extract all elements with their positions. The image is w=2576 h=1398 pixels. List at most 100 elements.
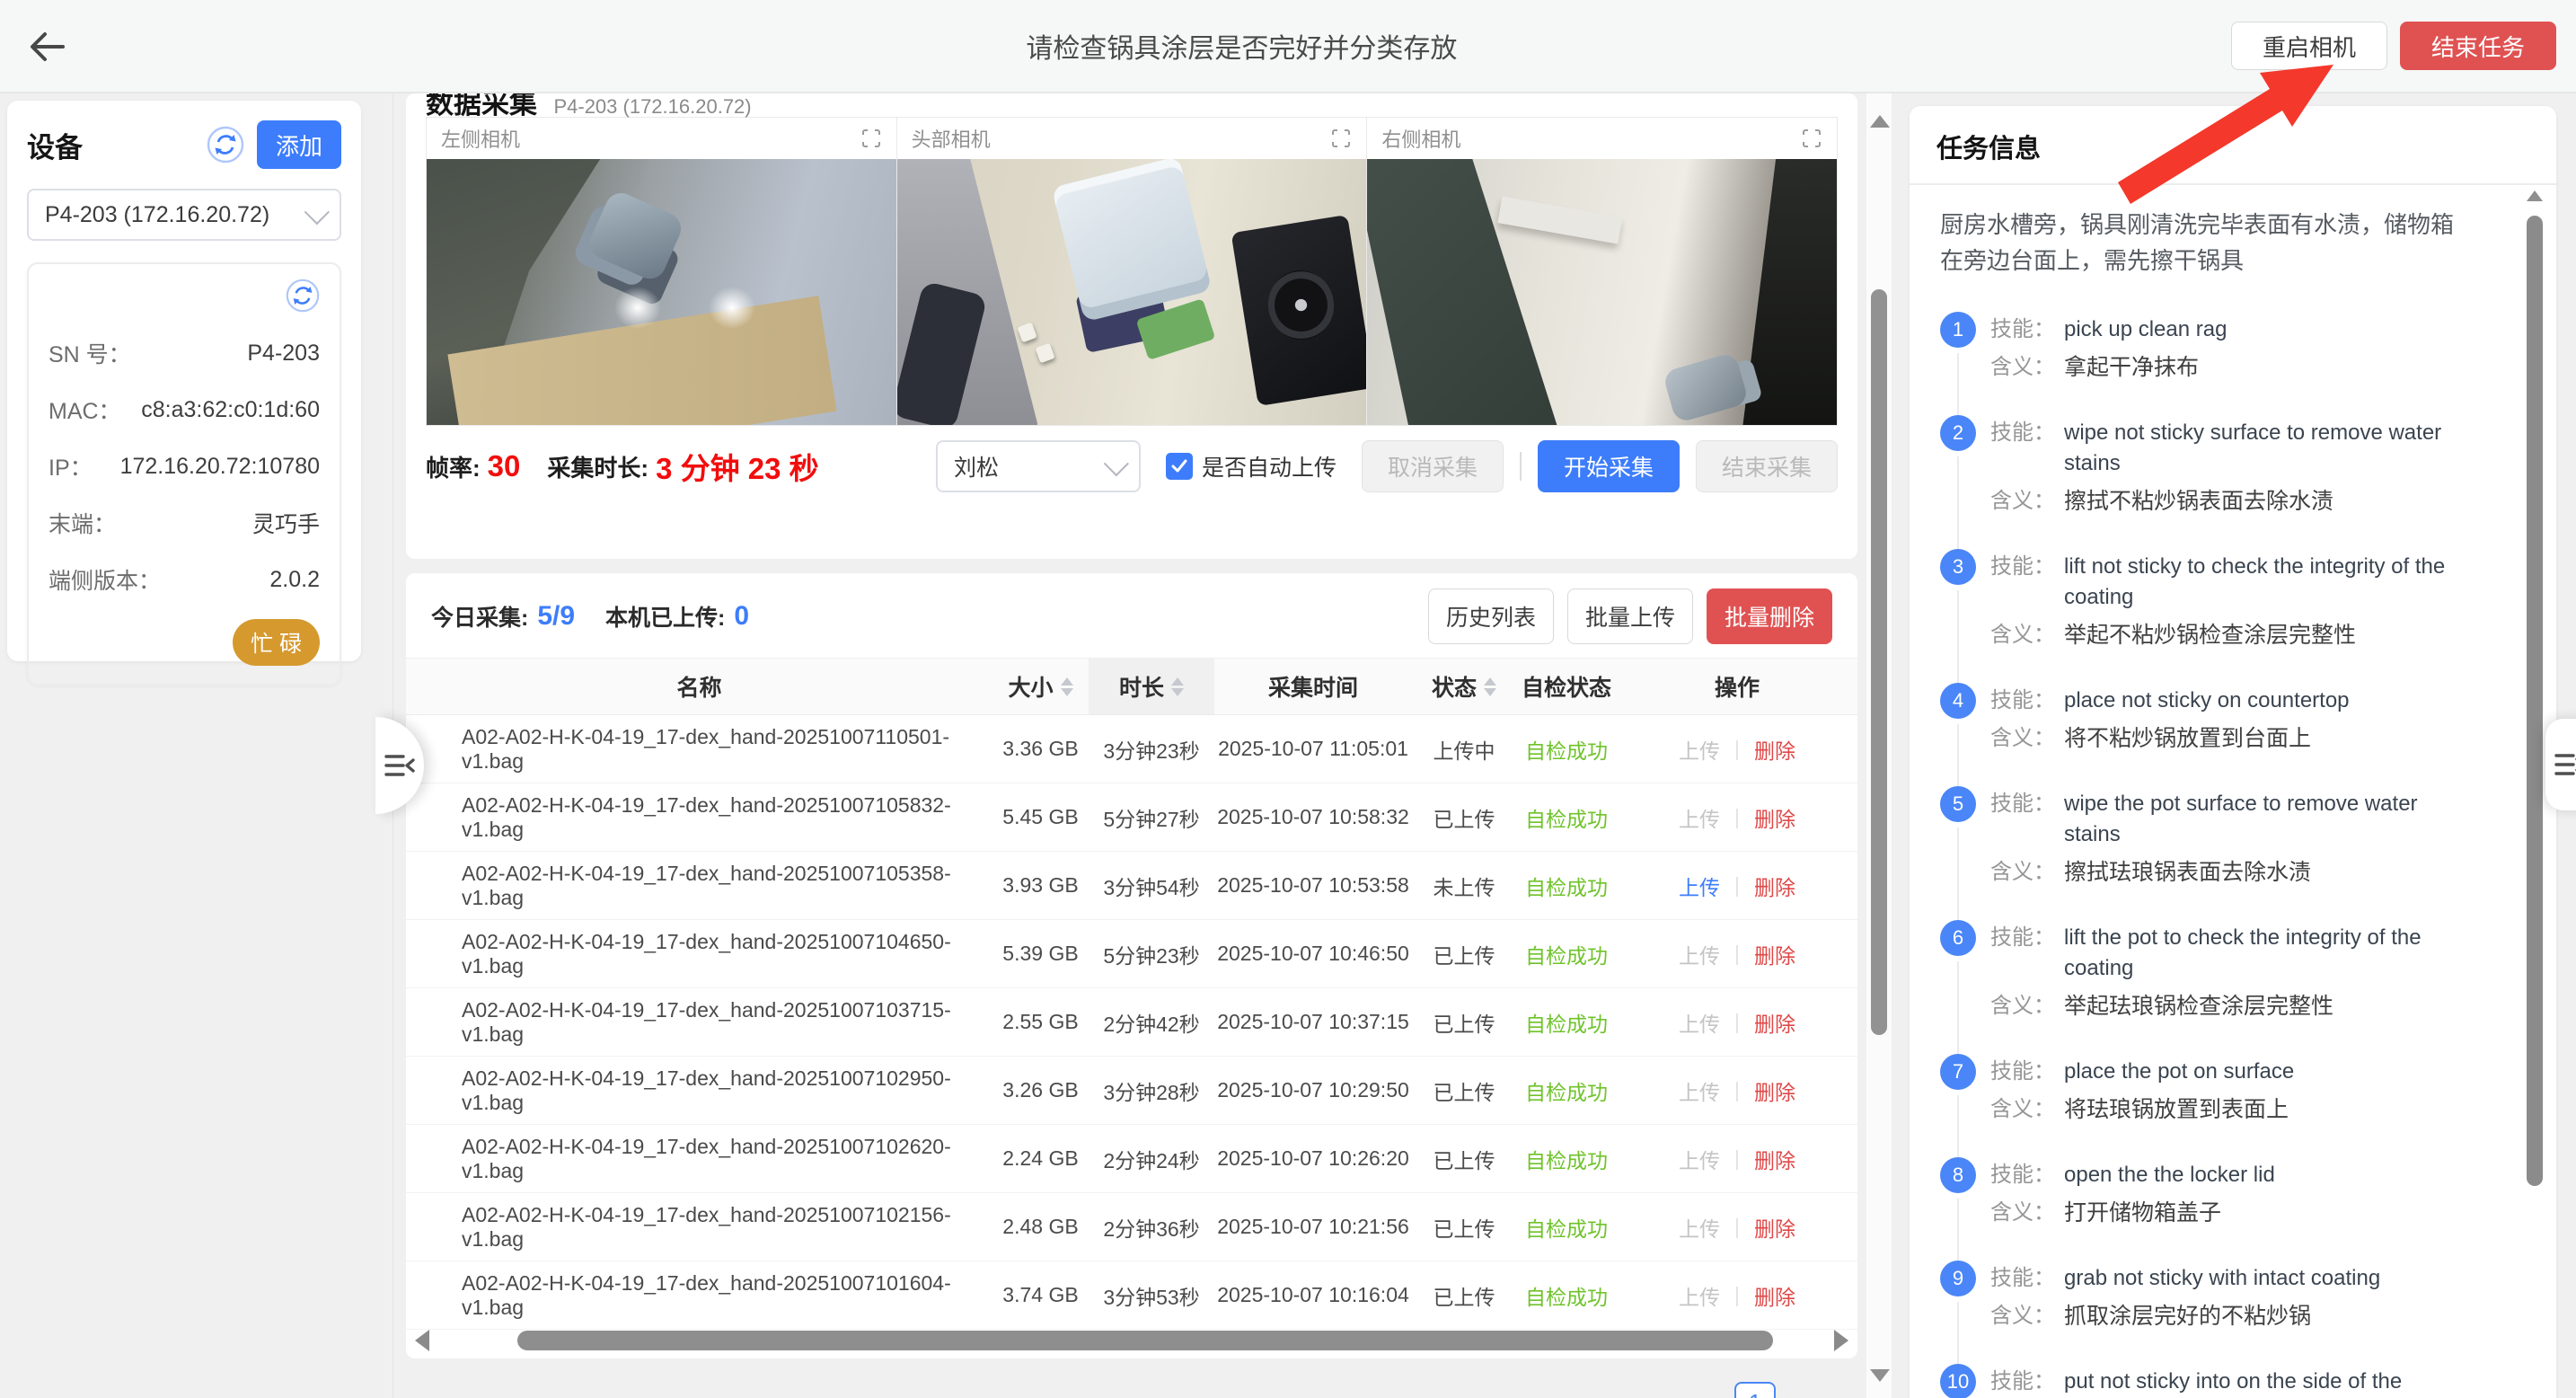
current-page[interactable]: 1	[1734, 1382, 1776, 1398]
refresh-devices-icon[interactable]	[207, 126, 244, 164]
skill-step: 4技能：place not sticky on countertop含义：将不粘…	[1940, 683, 2463, 786]
column-time[interactable]: 采集时间	[1214, 659, 1412, 714]
upload-status: 已上传	[1412, 1280, 1516, 1311]
frame-rate-label: 帧率:	[426, 450, 481, 483]
delete-link[interactable]: 删除	[1754, 1144, 1795, 1174]
sort-icon[interactable]	[1484, 677, 1496, 696]
check-status: 自检成功	[1516, 1007, 1617, 1038]
horizontal-scrollbar[interactable]	[415, 1328, 1848, 1353]
main-scrollbar[interactable]	[1866, 93, 1892, 1398]
panel-scroll-thumb[interactable]	[2527, 216, 2543, 1186]
skill-step: 10技能：put not sticky into on the side of …	[1940, 1364, 2463, 1398]
scroll-down-icon[interactable]	[1870, 1369, 1890, 1382]
action-divider: |	[1734, 805, 1740, 829]
camera-feed-right[interactable]	[1367, 159, 1837, 425]
upload-link[interactable]: 上传	[1679, 802, 1720, 833]
upload-link[interactable]: 上传	[1679, 1144, 1720, 1174]
auto-upload-checkbox[interactable]	[1166, 453, 1193, 480]
device-select[interactable]: P4-203 (172.16.20.72)	[27, 189, 341, 241]
sort-icon[interactable]	[1171, 677, 1184, 696]
row-actions: 上传|删除	[1617, 1075, 1857, 1106]
column-name[interactable]: 名称	[406, 659, 992, 714]
skill-text: lift the pot to check the integrity of t…	[2064, 923, 2463, 984]
table-row: A02-A02-H-K-04-19_17-dex_hand-2025100710…	[406, 852, 1857, 920]
upload-link[interactable]: 上传	[1679, 1007, 1720, 1038]
column-size[interactable]: 大小	[992, 659, 1089, 714]
scroll-right-icon[interactable]	[1834, 1330, 1848, 1351]
upload-link[interactable]: 上传	[1679, 871, 1720, 901]
sort-icon[interactable]	[1061, 677, 1073, 696]
stop-capture-button[interactable]: 结束采集	[1696, 440, 1838, 492]
uploaded-count-label: 本机已上传:	[605, 600, 725, 633]
batch-upload-button[interactable]: 批量上传	[1567, 588, 1693, 644]
table-body: A02-A02-H-K-04-19_17-dex_hand-2025100711…	[406, 715, 1857, 1330]
column-check-status[interactable]: 自检状态	[1516, 659, 1617, 714]
storage-box-shape	[1051, 159, 1212, 322]
delete-link[interactable]: 删除	[1754, 1280, 1795, 1311]
upload-link[interactable]: 上传	[1679, 1075, 1720, 1106]
history-list-button[interactable]: 历史列表	[1428, 588, 1554, 644]
prev-page-icon[interactable]: ‹	[1711, 1385, 1720, 1398]
scroll-left-icon[interactable]	[415, 1330, 429, 1351]
fullscreen-icon[interactable]	[860, 128, 882, 149]
upload-status: 上传中	[1412, 734, 1516, 765]
device-info-row: 末端：灵巧手	[49, 507, 320, 539]
hscroll-thumb[interactable]	[517, 1331, 1773, 1350]
vscroll-thumb[interactable]	[1871, 289, 1887, 1035]
file-name: A02-A02-H-K-04-19_17-dex_hand-2025100710…	[406, 862, 992, 910]
upload-link[interactable]: 上传	[1679, 1280, 1720, 1311]
file-name: A02-A02-H-K-04-19_17-dex_hand-2025100710…	[406, 998, 992, 1047]
meaning-label: 含义：	[1990, 620, 2064, 650]
file-name: A02-A02-H-K-04-19_17-dex_hand-2025100711…	[406, 725, 992, 774]
cancel-capture-button[interactable]: 取消采集	[1362, 440, 1504, 492]
upload-link[interactable]: 上传	[1679, 734, 1720, 765]
operator-select[interactable]: 刘松	[936, 440, 1141, 492]
batch-delete-button[interactable]: 批量删除	[1707, 588, 1832, 644]
fullscreen-icon[interactable]	[1801, 128, 1822, 149]
row-actions: 上传|删除	[1617, 734, 1857, 765]
restart-camera-button[interactable]: 重启相机	[2231, 22, 2387, 70]
step-number: 4	[1940, 683, 1976, 719]
delete-link[interactable]: 删除	[1754, 1212, 1795, 1243]
task-description: 厨房水槽旁，锅具刚清洗完毕表面有水渍，储物箱在旁边台面上，需先擦干锅具	[1940, 207, 2463, 279]
upload-link[interactable]: 上传	[1679, 1212, 1720, 1243]
delete-link[interactable]: 删除	[1754, 871, 1795, 901]
camera-feed-head[interactable]	[897, 159, 1367, 425]
delete-link[interactable]: 删除	[1754, 1075, 1795, 1106]
info-label: SN 号：	[49, 337, 131, 369]
scroll-up-icon[interactable]	[2527, 190, 2543, 201]
fullscreen-icon[interactable]	[1330, 128, 1352, 149]
device-select-value: P4-203 (172.16.20.72)	[45, 202, 305, 228]
refresh-device-info-icon[interactable]	[286, 279, 320, 313]
info-label: IP：	[49, 450, 93, 482]
delete-link[interactable]: 删除	[1754, 734, 1795, 765]
column-status[interactable]: 状态	[1412, 659, 1516, 714]
step-number: 6	[1940, 920, 1976, 956]
step-number: 3	[1940, 549, 1976, 585]
expand-panel-tab[interactable]	[2545, 719, 2576, 810]
file-size: 5.39 GB	[992, 942, 1089, 966]
next-page-icon[interactable]: ›	[1790, 1385, 1799, 1398]
camera-feed-left[interactable]	[427, 159, 896, 425]
file-name: A02-A02-H-K-04-19_17-dex_hand-2025100710…	[406, 1203, 992, 1252]
column-duration[interactable]: 时长	[1089, 659, 1214, 714]
end-task-button[interactable]: 结束任务	[2400, 22, 2556, 70]
upload-status: 已上传	[1412, 1212, 1516, 1243]
delete-link[interactable]: 删除	[1754, 802, 1795, 833]
skill-label: 技能：	[1990, 1057, 2064, 1087]
auto-upload-option[interactable]: 是否自动上传	[1166, 450, 1337, 482]
start-capture-button[interactable]: 开始采集	[1538, 440, 1680, 492]
table-row: A02-A02-H-K-04-19_17-dex_hand-2025100710…	[406, 920, 1857, 988]
scroll-up-icon[interactable]	[1870, 115, 1890, 128]
task-panel-scrollbar[interactable]	[2526, 190, 2544, 1385]
back-arrow-icon[interactable]	[27, 29, 66, 65]
app-screen: 请检查锅具涂层是否完好并分类存放 重启相机 结束任务 设备 添加 P4-203 …	[0, 0, 2576, 1398]
delete-link[interactable]: 删除	[1754, 1007, 1795, 1038]
action-divider: |	[1734, 1215, 1740, 1239]
delete-link[interactable]: 删除	[1754, 939, 1795, 969]
file-name: A02-A02-H-K-04-19_17-dex_hand-2025100710…	[406, 1066, 992, 1115]
upload-link[interactable]: 上传	[1679, 939, 1720, 969]
file-duration: 2分钟24秒	[1089, 1144, 1214, 1174]
add-device-button[interactable]: 添加	[257, 120, 341, 169]
skill-label: 技能：	[1990, 418, 2064, 479]
